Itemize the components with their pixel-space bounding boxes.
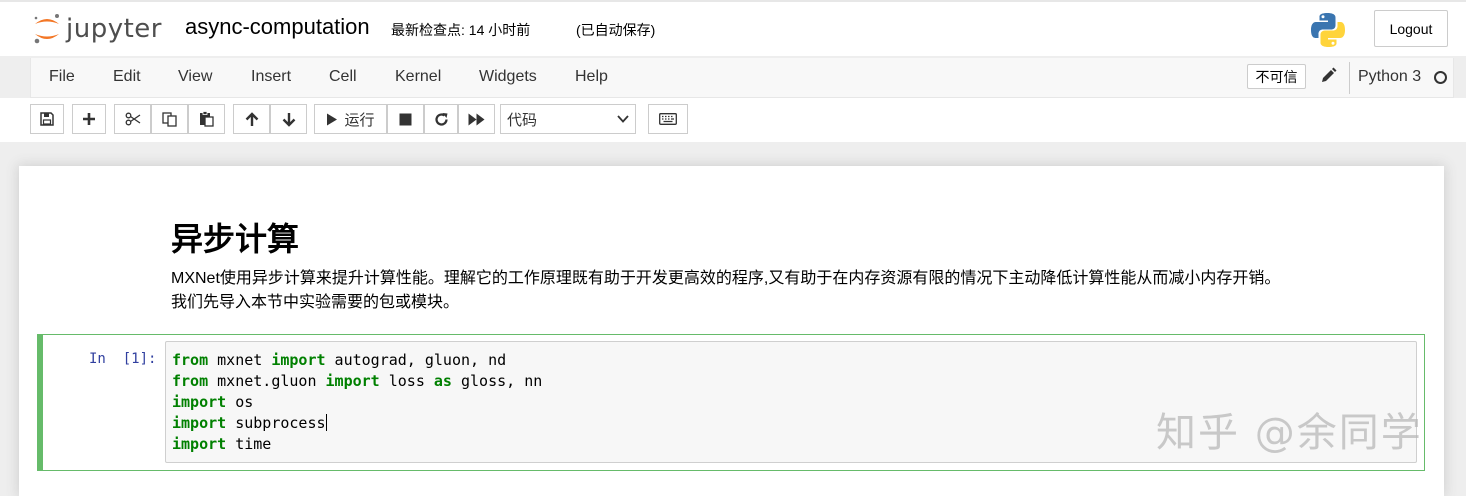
restart-run-all-button[interactable] [458,104,495,134]
jupyter-logo[interactable]: jupyter [32,11,162,47]
save-icon [40,112,54,126]
code-keyword: from [172,351,209,369]
menubar: File Edit View Insert Cell Kernel Widget… [30,58,1454,98]
move-down-button[interactable] [270,104,307,134]
code-text: autograd, gluon, nd [325,351,507,369]
paragraph-line: 我们先导入本节中实验需要的包或模块。 [171,294,460,311]
save-button[interactable] [30,104,64,134]
cell-type-value: 代码 [507,111,538,129]
move-up-button[interactable] [233,104,270,134]
paragraph-line: MXNet使用异步计算来提升计算性能。理解它的工作原理既有助于开发更高效的程序,… [171,270,1281,287]
menu-help[interactable]: Help [575,68,608,86]
jupyter-logo-icon [34,14,59,44]
kernel-idle-indicator-icon [1434,71,1447,84]
code-text: time [226,435,272,453]
interrupt-button[interactable] [387,104,424,134]
cell-type-select[interactable]: 代码 [500,104,636,134]
input-prompt: In [1]: [89,351,157,367]
code-keyword: import [325,372,380,390]
code-line: from mxnet.gluon import loss as gloss, n… [172,371,1410,392]
paste-button[interactable] [188,104,225,134]
play-icon [327,113,338,125]
code-text: subprocess [226,414,326,432]
code-keyword: import [172,414,227,432]
command-palette-button[interactable] [648,104,688,134]
trusted-indicator[interactable]: 不可信 [1247,64,1306,89]
fast-forward-icon [468,113,485,125]
menu-edit[interactable]: Edit [113,68,141,86]
checkpoint-status: 最新检查点: 14 小时前 [391,22,531,38]
stop-icon [399,113,412,125]
kernel-name[interactable]: Python 3 [1358,68,1421,86]
restart-button[interactable] [424,104,458,134]
code-keyword: import [172,393,227,411]
logout-button[interactable]: Logout [1374,10,1448,47]
markdown-heading: 异步计算 [171,221,300,257]
copy-button[interactable] [151,104,188,134]
menu-cell[interactable]: Cell [329,68,357,86]
refresh-icon [434,112,448,126]
text-cursor [325,414,327,431]
plus-icon [83,113,95,125]
menu-file[interactable]: File [49,68,75,86]
code-keyword: as [433,372,452,390]
code-keyword: import [271,351,326,369]
edit-mode-pencil-icon [1322,67,1337,82]
kernel-separator [1349,62,1350,94]
chevron-down-icon [617,115,629,123]
menu-view[interactable]: View [178,68,212,86]
notebook-title[interactable]: async-computation [185,14,370,40]
keyboard-icon [659,113,677,125]
scissors-icon [125,112,140,126]
arrow-down-icon [282,112,295,127]
code-line: from mxnet import autograd, gluon, nd [172,350,1410,371]
markdown-paragraph: MXNet使用异步计算来提升计算性能。理解它的工作原理既有助于开发更高效的程序,… [171,267,1421,315]
insert-cell-button[interactable] [72,104,106,134]
menu-widgets[interactable]: Widgets [479,68,537,86]
menu-kernel[interactable]: Kernel [395,68,441,86]
cut-button[interactable] [114,104,151,134]
header: jupyter async-computation 最新检查点: 14 小时前 … [0,0,1466,56]
code-keyword: import [172,435,227,453]
autosave-status: (已自动保存) [576,22,656,38]
logo-text: jupyter [66,14,162,44]
code-text: gloss, nn [451,372,543,390]
paste-icon [199,111,214,127]
code-text: os [226,393,254,411]
run-button-label: 运行 [344,111,375,129]
code-keyword: from [172,372,209,390]
code-text: mxnet [208,351,272,369]
copy-icon [161,111,177,127]
code-text: loss [379,372,434,390]
menu-insert[interactable]: Insert [251,68,291,86]
watermark: 知乎 @余同学 [1156,410,1423,456]
python-logo-icon [1311,13,1345,47]
code-text: mxnet.gluon [208,372,326,390]
toolbar: 运行 代码 [0,98,1466,142]
arrow-up-icon [245,111,258,126]
run-button[interactable]: 运行 [314,104,387,134]
